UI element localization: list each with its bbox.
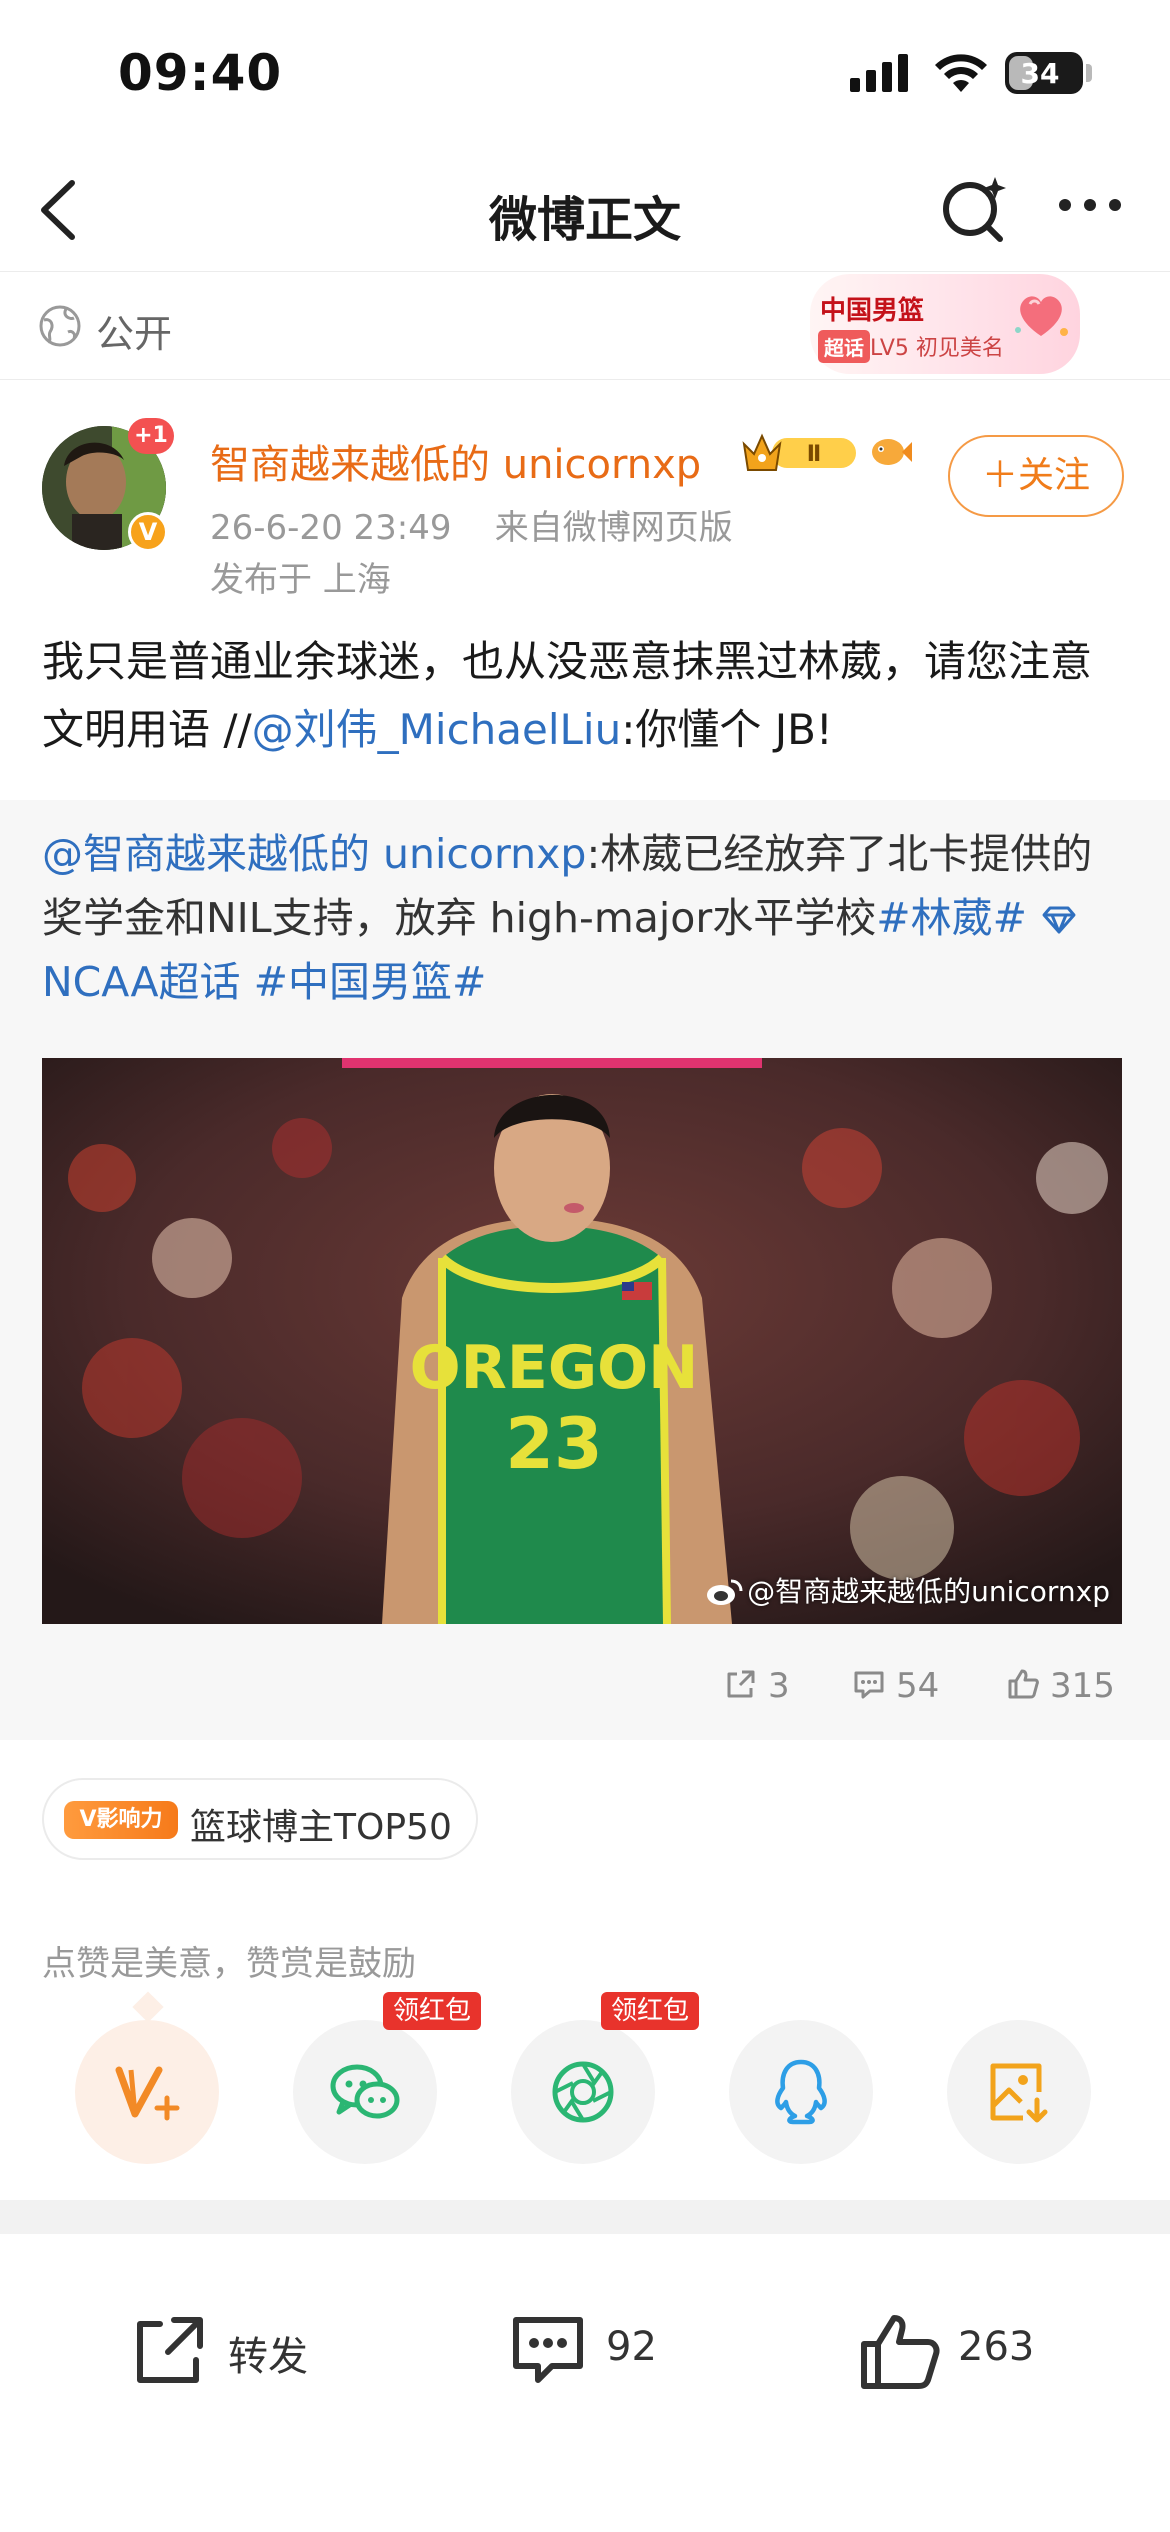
like-action-count: 263 bbox=[958, 2324, 1035, 2370]
status-bar: 09:40 34 bbox=[0, 0, 1170, 150]
vip-crown-icon: Ⅱ bbox=[742, 433, 856, 471]
reward-button[interactable] bbox=[75, 1991, 219, 2164]
watermark-text: @智商越来越低的unicornxp bbox=[747, 1575, 1110, 1608]
repost-mention[interactable]: @智商越来越低的 unicornxp bbox=[42, 830, 586, 878]
repost-stats: 3 54 315 bbox=[0, 1660, 1170, 1720]
repost-action-label: 转发 bbox=[228, 2334, 308, 2380]
influence-label: 篮球博主TOP50 bbox=[190, 1807, 452, 1848]
signal-icon bbox=[850, 54, 908, 92]
comment-count: 54 bbox=[896, 1666, 940, 1706]
comment-action-count: 92 bbox=[606, 2324, 657, 2370]
post-mention[interactable]: @刘伟_MichaelLiu bbox=[252, 705, 622, 754]
like-action-icon bbox=[861, 2315, 940, 2389]
post-quote: :你懂个 JB! bbox=[621, 705, 833, 754]
topic-tag-china[interactable]: #中国男篮# bbox=[254, 958, 487, 1006]
like-count-stat[interactable]: 315 bbox=[1006, 1666, 1115, 1706]
vip-level: Ⅱ bbox=[807, 442, 822, 467]
post-location: 发布于 上海 bbox=[210, 560, 391, 600]
weibo-logo-icon bbox=[707, 1579, 743, 1605]
fish-badge-icon bbox=[872, 439, 912, 465]
topic-tag-ncaa-label: NCAA超话 bbox=[42, 958, 241, 1006]
qq-icon bbox=[775, 2059, 827, 2125]
battery-cap bbox=[1086, 64, 1092, 82]
comment-count-stat[interactable]: 54 bbox=[852, 1666, 939, 1706]
chaohua-card[interactable]: 中国男篮 超话 LV5 初见美名 bbox=[810, 274, 1080, 374]
post-text: 我只是普通业余球迷，也从没恶意抹黑过林葳，请您注意文明用语 //@刘伟_Mich… bbox=[42, 628, 1132, 764]
repost-count-stat[interactable]: 3 bbox=[724, 1666, 790, 1706]
like-icon bbox=[1008, 1669, 1039, 1699]
repost-text: @智商越来越低的 unicornxp:林葳已经放弃了北卡提供的奖学金和NIL支持… bbox=[42, 822, 1128, 1014]
wifi-icon bbox=[935, 54, 987, 92]
diamond-icon bbox=[1042, 906, 1076, 934]
repost-count: 3 bbox=[768, 1666, 790, 1706]
repost-action[interactable]: 转发 bbox=[130, 2300, 330, 2400]
heart-gem-icon bbox=[1015, 296, 1068, 336]
search-spark-icon[interactable] bbox=[940, 173, 1010, 243]
moments-share-button[interactable]: 领红包 bbox=[511, 1992, 700, 2164]
verified-badge: V bbox=[128, 512, 168, 552]
repost-action-icon bbox=[137, 2317, 203, 2383]
status-time: 09:40 bbox=[118, 44, 283, 102]
comment-action-icon bbox=[513, 2317, 583, 2383]
reward-tip bbox=[132, 1991, 164, 2023]
image-watermark: @智商越来越低的unicornxp bbox=[705, 1570, 1110, 1610]
chaohua-level: LV5 初见美名 bbox=[870, 336, 1004, 361]
wechat-redpack-tag: 领红包 bbox=[383, 1992, 482, 2030]
bottom-action-bar: 转发 92 263 bbox=[0, 2260, 1170, 2532]
author-block: +1 V 智商越来越低的 unicornxp Ⅱ 26-6-20 23:49 来… bbox=[0, 380, 1170, 610]
jersey-word: OREGON bbox=[410, 1333, 699, 1403]
save-image-icon bbox=[990, 2063, 1048, 2123]
privacy-label: 公开 bbox=[96, 312, 173, 356]
comment-action[interactable]: 92 bbox=[508, 2300, 678, 2400]
share-row: 领红包 领红包 bbox=[0, 1991, 1170, 2170]
chaohua-title: 中国男篮 bbox=[820, 296, 925, 326]
wechat-share-button[interactable]: 领红包 bbox=[293, 1992, 482, 2164]
chaohua-badge: 超话 bbox=[818, 330, 870, 363]
wechat-icon bbox=[330, 2064, 400, 2119]
repost-image[interactable]: OREGON 23 @智商越来越低的unicornxp bbox=[42, 1058, 1122, 1624]
moments-icon bbox=[552, 2061, 614, 2123]
nav-bar: 微博正文 bbox=[0, 150, 1170, 272]
author-name[interactable]: 智商越来越低的 unicornxp bbox=[210, 432, 701, 490]
influence-badge: V影响力 bbox=[64, 1801, 178, 1839]
globe-icon bbox=[39, 305, 81, 347]
battery-icon: 34 bbox=[1005, 52, 1083, 94]
more-icon[interactable] bbox=[1055, 190, 1125, 220]
repost-box[interactable]: @智商越来越低的 unicornxp:林葳已经放弃了北卡提供的奖学金和NIL支持… bbox=[0, 800, 1170, 1740]
privacy-row: 公开 中国男篮 超话 LV5 初见美名 bbox=[0, 272, 1170, 380]
qq-share-button[interactable] bbox=[729, 2020, 873, 2164]
avatar-plus-badge: +1 bbox=[128, 418, 174, 454]
jersey-number: 23 bbox=[505, 1403, 602, 1485]
repost-icon bbox=[727, 1670, 755, 1698]
battery-text: 34 bbox=[1020, 57, 1060, 90]
post-time: 26-6-20 23:49 bbox=[210, 508, 452, 548]
influence-chip[interactable]: V影响力 篮球博主TOP50 bbox=[42, 1778, 478, 1860]
like-action[interactable]: 263 bbox=[858, 2300, 1058, 2400]
comment-icon bbox=[854, 1671, 884, 1699]
post-source: 来自微博网页版 bbox=[494, 508, 733, 548]
v-plus-icon bbox=[115, 2066, 180, 2121]
follow-button[interactable]: ＋关注 bbox=[948, 435, 1124, 517]
reward-hint: 点赞是美意，赞赏是鼓励 bbox=[42, 1944, 416, 1984]
save-image-button[interactable] bbox=[947, 2020, 1091, 2164]
post-meta: 26-6-20 23:49 来自微博网页版 bbox=[210, 500, 733, 549]
topic-tag-linwei[interactable]: #林葳# bbox=[876, 894, 1027, 942]
section-divider bbox=[0, 2200, 1170, 2234]
like-count: 315 bbox=[1050, 1666, 1115, 1706]
basketball-player-photo: OREGON 23 bbox=[42, 1058, 1122, 1624]
moments-redpack-tag: 领红包 bbox=[601, 1992, 700, 2030]
